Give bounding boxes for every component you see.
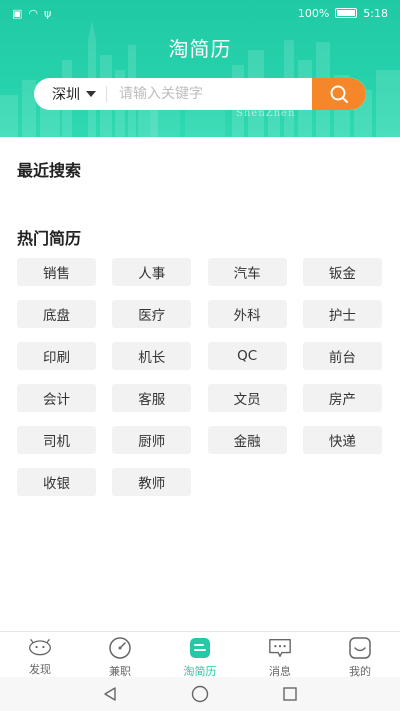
tab-discover[interactable]: 发现 — [0, 632, 80, 677]
resume-icon — [188, 636, 212, 660]
sim-icon: ▣ — [12, 6, 23, 20]
gauge-icon — [108, 636, 132, 660]
city-selector[interactable]: 深圳 — [34, 78, 106, 110]
tag-item[interactable]: 底盘 — [17, 300, 96, 328]
discover-icon — [28, 636, 52, 658]
tab-messages[interactable]: 消息 — [240, 632, 320, 678]
tag-item[interactable]: 人事 — [112, 258, 192, 286]
page-title: 淘简历 — [168, 37, 232, 61]
tag-item[interactable]: 印刷 — [17, 342, 96, 370]
tag-item[interactable]: 厨师 — [112, 426, 192, 454]
tag-item[interactable]: 文员 — [207, 384, 287, 412]
battery-icon — [335, 8, 358, 18]
caret-down-icon — [86, 91, 96, 97]
search-bar: 深圳 — [34, 78, 366, 110]
tag-item[interactable]: QC — [207, 342, 287, 370]
tag-item[interactable]: 护士 — [302, 300, 382, 328]
search-input[interactable] — [107, 78, 312, 110]
tab-label: 发现 — [29, 663, 51, 676]
tag-item[interactable]: 快递 — [302, 426, 382, 454]
tab-profile[interactable]: 我的 — [320, 632, 400, 678]
home-icon[interactable] — [191, 685, 209, 703]
message-icon — [268, 636, 292, 660]
watermark: ShenZhen — [236, 108, 296, 119]
tag-item[interactable]: 教师 — [112, 468, 192, 496]
tag-item[interactable]: 前台 — [302, 342, 382, 370]
tag-item[interactable]: 销售 — [17, 258, 96, 286]
tag-item[interactable]: 外科 — [207, 300, 287, 328]
tag-item[interactable]: 会计 — [17, 384, 96, 412]
tag-item[interactable]: 汽车 — [207, 258, 287, 286]
clock: 5:18 — [363, 6, 388, 20]
usb-icon: ψ — [44, 6, 52, 20]
battery-percent: 100% — [297, 6, 330, 20]
tag-item[interactable]: 客服 — [112, 384, 192, 412]
bottom-tab-bar: 发现 兼职 淘简历 消息 我的 — [0, 631, 400, 678]
tag-item[interactable]: 金融 — [207, 426, 287, 454]
tag-item[interactable]: 钣金 — [302, 258, 382, 286]
system-nav-bar — [0, 677, 400, 711]
search-button[interactable] — [312, 78, 366, 110]
profile-icon — [348, 636, 372, 660]
tag-item[interactable]: 医疗 — [112, 300, 192, 328]
recents-icon[interactable] — [281, 685, 299, 703]
city-label: 深圳 — [52, 87, 80, 103]
tag-item[interactable]: 收银 — [17, 468, 96, 496]
tag-item[interactable]: 机长 — [112, 342, 192, 370]
search-icon — [330, 85, 348, 103]
tab-parttime[interactable]: 兼职 — [80, 632, 160, 678]
back-icon[interactable] — [101, 685, 119, 703]
tag-item[interactable]: 司机 — [17, 426, 96, 454]
status-bar: ▣ ◠ ψ 100% 5:18 — [0, 0, 400, 26]
hot-resume-title: 热门简历 — [17, 229, 82, 248]
tab-resume[interactable]: 淘简历 — [160, 632, 240, 678]
wifi-icon: ◠ — [28, 6, 39, 20]
header: ▣ ◠ ψ 100% 5:18 淘简历 深圳 ShenZhen — [0, 0, 400, 137]
tag-item[interactable]: 房产 — [302, 384, 382, 412]
hot-tags: 销售 人事 汽车 钣金 底盘 医疗 外科 护士 印刷 机长 QC 前台 会计 客… — [17, 258, 383, 496]
recent-search-title: 最近搜索 — [17, 161, 82, 180]
